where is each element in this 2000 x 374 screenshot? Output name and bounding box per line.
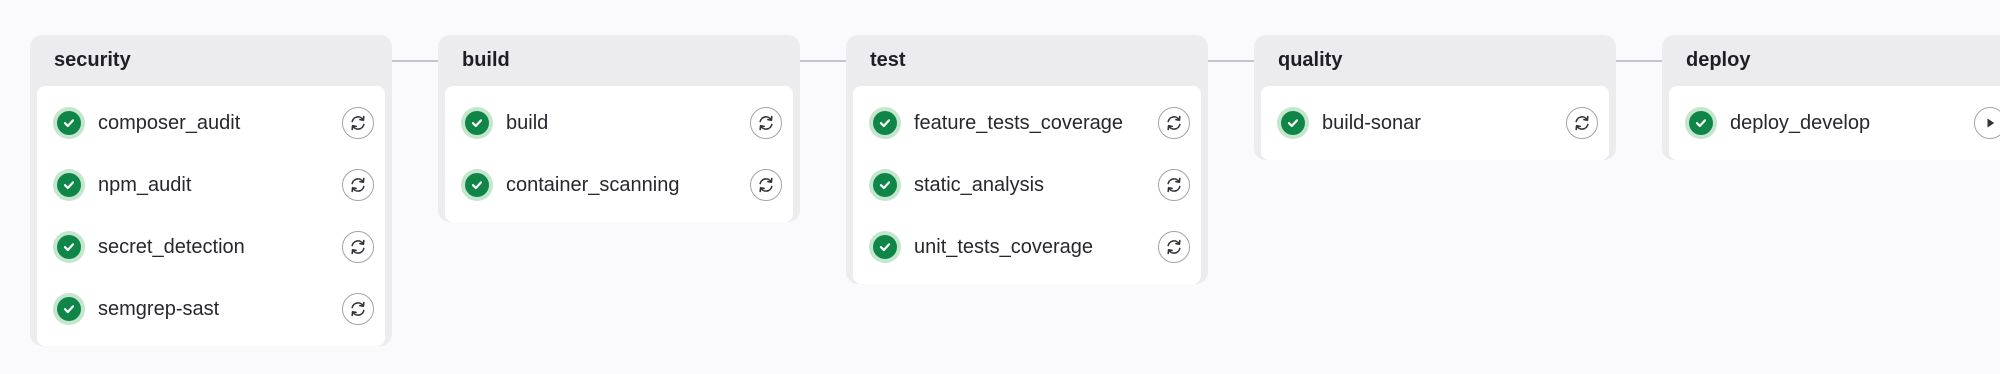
stage-title: build — [462, 49, 510, 71]
job-list: build-sonar — [1261, 86, 1609, 160]
job-name[interactable]: deploy_develop — [1730, 112, 1870, 135]
job-composer-audit[interactable]: composer_audit — [37, 92, 385, 154]
stage-title: test — [870, 49, 906, 71]
job-npm-audit[interactable]: npm_audit — [37, 154, 385, 216]
success-status-icon — [1277, 107, 1309, 139]
retry-icon[interactable] — [1158, 231, 1190, 263]
success-status-icon — [53, 169, 85, 201]
success-status-icon — [869, 231, 901, 263]
stage-title: quality — [1278, 49, 1343, 71]
stage-connector — [1208, 60, 1254, 62]
stage-security: security composer_audit npm_audit secret… — [30, 35, 392, 346]
job-name[interactable]: npm_audit — [98, 174, 191, 197]
job-deploy-develop[interactable]: deploy_develop — [1669, 92, 2000, 154]
job-name[interactable]: container_scanning — [506, 174, 679, 197]
stage-deploy: deploy deploy_develop — [1662, 35, 2000, 160]
stage-connector — [1616, 60, 1662, 62]
job-unit-tests-coverage[interactable]: unit_tests_coverage — [853, 216, 1201, 278]
job-list: composer_audit npm_audit secret_detectio… — [37, 86, 385, 346]
retry-icon[interactable] — [1566, 107, 1598, 139]
success-status-icon — [1685, 107, 1717, 139]
job-semgrep-sast[interactable]: semgrep-sast — [37, 278, 385, 340]
play-icon[interactable] — [1974, 107, 2000, 139]
job-list: feature_tests_coverage static_analysis u… — [853, 86, 1201, 284]
stage-connector — [392, 60, 438, 62]
success-status-icon — [461, 169, 493, 201]
retry-icon[interactable] — [1158, 107, 1190, 139]
retry-icon[interactable] — [342, 231, 374, 263]
job-name[interactable]: build — [506, 112, 548, 135]
job-name[interactable]: unit_tests_coverage — [914, 236, 1093, 259]
stage-title: security — [54, 49, 131, 71]
retry-icon[interactable] — [342, 293, 374, 325]
success-status-icon — [869, 107, 901, 139]
success-status-icon — [53, 231, 85, 263]
job-name[interactable]: composer_audit — [98, 112, 240, 135]
job-build[interactable]: build — [445, 92, 793, 154]
stage-build: build build container_scanning — [438, 35, 800, 222]
retry-icon[interactable] — [1158, 169, 1190, 201]
job-list: deploy_develop — [1669, 86, 2000, 160]
job-container-scanning[interactable]: container_scanning — [445, 154, 793, 216]
retry-icon[interactable] — [342, 107, 374, 139]
stage-connector — [800, 60, 846, 62]
stage-quality: quality build-sonar — [1254, 35, 1616, 160]
job-name[interactable]: secret_detection — [98, 236, 245, 259]
job-build-sonar[interactable]: build-sonar — [1261, 92, 1609, 154]
stage-title: deploy — [1686, 49, 1751, 71]
success-status-icon — [53, 293, 85, 325]
job-name[interactable]: static_analysis — [914, 174, 1044, 197]
success-status-icon — [869, 169, 901, 201]
job-name[interactable]: feature_tests_coverage — [914, 112, 1123, 135]
job-secret-detection[interactable]: secret_detection — [37, 216, 385, 278]
retry-icon[interactable] — [750, 107, 782, 139]
success-status-icon — [461, 107, 493, 139]
retry-icon[interactable] — [342, 169, 374, 201]
job-name[interactable]: build-sonar — [1322, 112, 1421, 135]
pipeline-graph: security composer_audit npm_audit secret… — [0, 0, 2000, 374]
job-feature-tests-coverage[interactable]: feature_tests_coverage — [853, 92, 1201, 154]
job-name[interactable]: semgrep-sast — [98, 298, 219, 321]
retry-icon[interactable] — [750, 169, 782, 201]
stage-test: test feature_tests_coverage static_analy… — [846, 35, 1208, 284]
job-list: build container_scanning — [445, 86, 793, 222]
job-static-analysis[interactable]: static_analysis — [853, 154, 1201, 216]
success-status-icon — [53, 107, 85, 139]
